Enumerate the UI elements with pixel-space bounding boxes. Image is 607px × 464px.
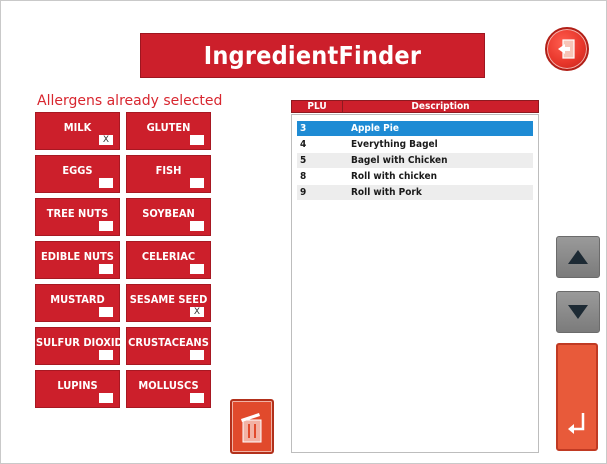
allergen-tile[interactable]: EGGS [35, 155, 120, 193]
allergen-checkbox[interactable] [99, 393, 113, 403]
allergen-checkbox[interactable] [190, 393, 204, 403]
allergen-label: CRUSTACEANS [128, 336, 209, 349]
allergen-label: LUPINS [57, 379, 98, 392]
allergen-checkbox[interactable]: X [190, 307, 204, 317]
column-header-plu[interactable]: PLU [291, 100, 343, 113]
enter-return-icon [568, 413, 585, 434]
allergen-tile[interactable]: MUSTARD [35, 284, 120, 322]
allergen-checkbox[interactable] [190, 135, 204, 145]
allergen-checkbox[interactable] [190, 221, 204, 231]
row-plu: 9 [300, 187, 307, 198]
allergen-checkbox[interactable] [99, 264, 113, 274]
exit-door-icon [558, 39, 575, 59]
allergen-tile[interactable]: FISH [126, 155, 211, 193]
table-row[interactable]: 8 Roll with chicken [297, 169, 533, 184]
allergen-checkbox[interactable] [190, 264, 204, 274]
allergen-tile[interactable]: MILK X [35, 112, 120, 150]
column-header-description[interactable]: Description [343, 100, 539, 113]
allergen-checkbox[interactable] [99, 307, 113, 317]
row-description: Everything Bagel [351, 139, 438, 150]
trash-icon [241, 412, 262, 442]
allergen-tile[interactable]: EDIBLE NUTS [35, 241, 120, 279]
row-description: Roll with Pork [351, 187, 422, 198]
allergen-checkbox[interactable] [190, 178, 204, 188]
allergen-label: SOYBEAN [142, 207, 195, 220]
app-title: IngredientFinder [140, 33, 485, 78]
allergen-tile[interactable]: MOLLUSCS [126, 370, 211, 408]
table-header: PLU Description [291, 100, 539, 113]
allergen-tile[interactable]: SESAME SEED X [126, 284, 211, 322]
allergen-label: EDIBLE NUTS [41, 250, 114, 263]
exit-button[interactable] [545, 27, 589, 71]
scroll-up-button[interactable] [556, 236, 600, 278]
allergen-tile[interactable]: CELERIAC [126, 241, 211, 279]
table-row[interactable]: 4 Everything Bagel [297, 137, 533, 152]
allergen-label: TREE NUTS [46, 207, 109, 220]
allergen-tile[interactable]: CRUSTACEANS [126, 327, 211, 365]
arrow-up-icon [568, 250, 588, 264]
allergen-label: CELERIAC [141, 250, 196, 263]
table-row[interactable]: 3 Apple Pie [297, 121, 533, 136]
row-plu: 3 [300, 123, 307, 134]
scroll-down-button[interactable] [556, 291, 600, 333]
product-list[interactable]: 3 Apple Pie 4 Everything Bagel 5 Bagel w… [291, 114, 539, 453]
row-description: Apple Pie [351, 123, 399, 134]
row-plu: 8 [300, 171, 307, 182]
allergen-tile[interactable]: LUPINS [35, 370, 120, 408]
allergen-label: FISH [155, 164, 182, 177]
row-description: Bagel with Chicken [351, 155, 448, 166]
row-plu: 5 [300, 155, 307, 166]
row-description: Roll with chicken [351, 171, 438, 182]
arrow-down-icon [568, 305, 588, 319]
allergen-checkbox[interactable] [99, 178, 113, 188]
allergen-label: SULFUR DIOXIDE [36, 336, 130, 349]
clear-button[interactable] [230, 399, 274, 454]
allergen-checkbox[interactable] [190, 350, 204, 360]
allergen-grid: MILK X GLUTEN EGGS FISH TREE NUTS SOYBEA… [35, 112, 215, 408]
allergen-checkbox[interactable]: X [99, 135, 113, 145]
allergen-checkbox[interactable] [99, 221, 113, 231]
allergen-label: MOLLUSCS [138, 379, 199, 392]
allergen-tile[interactable]: TREE NUTS [35, 198, 120, 236]
app-title-text: IngredientFinder [203, 41, 422, 70]
allergens-heading: Allergens already selected [37, 93, 223, 109]
allergen-tile[interactable]: SULFUR DIOXIDE [35, 327, 130, 365]
allergen-label: MUSTARD [50, 293, 105, 306]
table-row[interactable]: 5 Bagel with Chicken [297, 153, 533, 168]
allergen-label: SESAME SEED [129, 293, 208, 306]
row-plu: 4 [300, 139, 307, 150]
allergen-tile[interactable]: GLUTEN [126, 112, 211, 150]
table-row[interactable]: 9 Roll with Pork [297, 185, 533, 200]
allergen-label: MILK [63, 121, 92, 134]
allergen-label: EGGS [62, 164, 93, 177]
allergen-checkbox[interactable] [99, 350, 113, 360]
enter-button[interactable] [556, 343, 598, 451]
allergen-label: GLUTEN [146, 121, 191, 134]
allergen-tile[interactable]: SOYBEAN [126, 198, 211, 236]
